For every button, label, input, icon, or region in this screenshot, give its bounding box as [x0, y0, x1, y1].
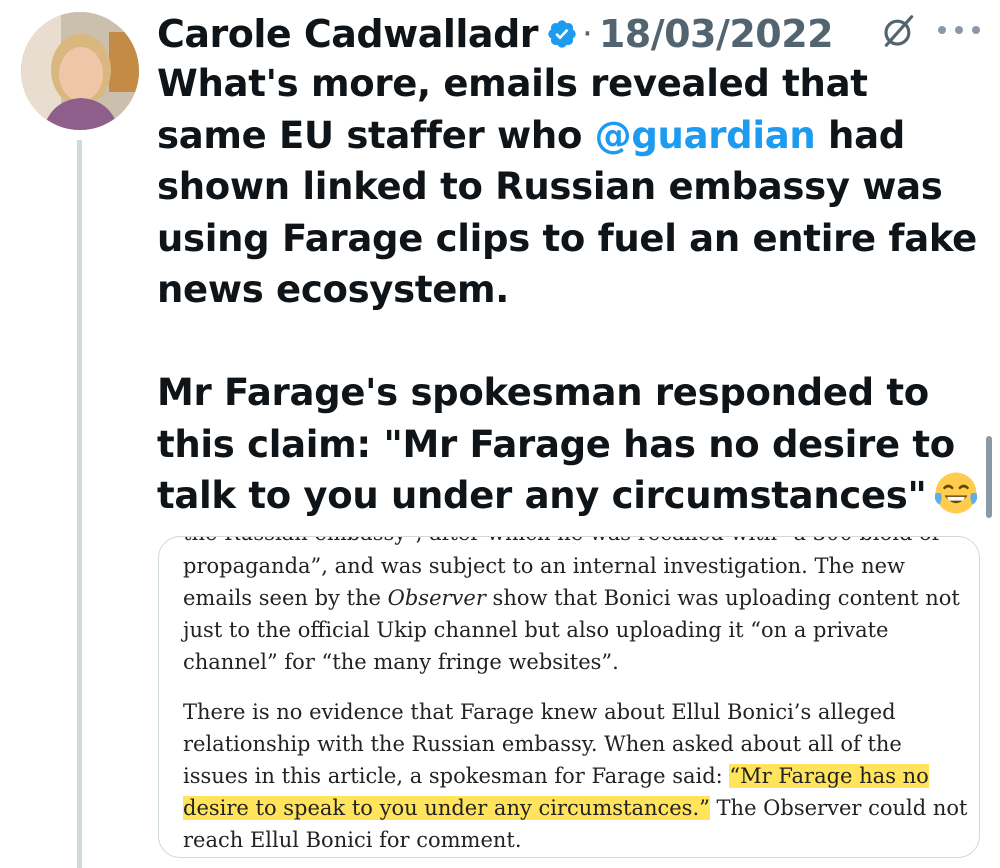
attached-image[interactable]: the Russian embassy", after which he was…	[158, 536, 980, 858]
scrollbar-thumb[interactable]	[986, 436, 992, 518]
grok-icon[interactable]	[880, 12, 918, 50]
more-icon[interactable]	[938, 18, 980, 42]
verified-badge-icon	[548, 20, 576, 48]
thread-line	[77, 140, 82, 868]
mention-link[interactable]: @guardian	[595, 114, 816, 157]
tweet-text: What's more, emails revealed that same E…	[157, 58, 987, 522]
separator-dot: ·	[582, 14, 593, 54]
author-name[interactable]: Carole Cadwalladr	[157, 12, 539, 56]
tweet-paragraph: What's more, emails revealed that same E…	[157, 62, 977, 311]
article-paragraph: There is no evidence that Farage knew ab…	[183, 700, 968, 852]
more-dot	[955, 26, 963, 34]
article-paragraph: propaganda”, and was subject to an inter…	[183, 554, 960, 674]
article-cut-line: the Russian embassy", after which he was…	[183, 537, 939, 549]
tweet-paragraph: Mr Farage's spokesman responded to this …	[157, 367, 987, 522]
more-dot	[972, 26, 980, 34]
face-with-tears-of-joy-emoji	[934, 472, 977, 514]
more-dot	[938, 26, 946, 34]
tweet-date[interactable]: 18/03/2022	[599, 12, 834, 56]
tweet-header: Carole Cadwalladr · 18/03/2022	[157, 6, 1000, 62]
author-avatar[interactable]	[21, 12, 139, 130]
